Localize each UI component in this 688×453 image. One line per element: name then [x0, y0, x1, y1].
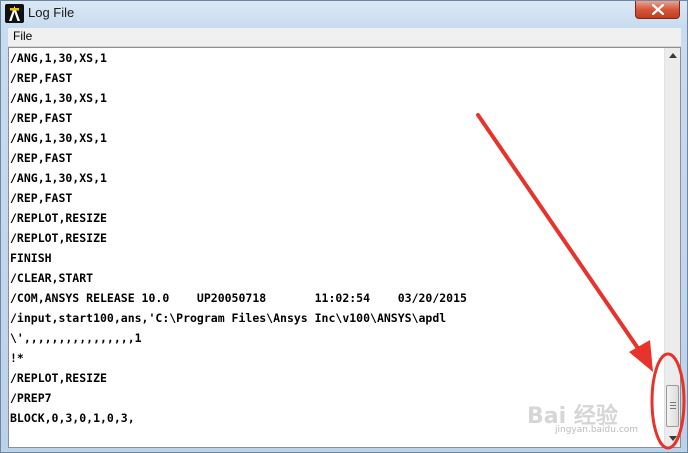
watermark-url: jingyan.baidu.com — [555, 425, 639, 435]
close-button[interactable] — [635, 1, 680, 19]
log-line: /REPLOT,RESIZE — [10, 211, 107, 225]
title-bar[interactable]: Log File — [1, 1, 687, 27]
log-line: /REPLOT,RESIZE — [10, 371, 107, 385]
scroll-down-button[interactable] — [665, 430, 680, 446]
log-text[interactable]: /ANG,1,30,XS,1/REP,FAST/ANG,1,30,XS,1/RE… — [10, 51, 660, 447]
log-file-window: Log File File /ANG,1,30,XS,1/REP,FAST/AN… — [0, 0, 688, 453]
arrow-down-icon — [669, 436, 677, 441]
scroll-up-button[interactable] — [665, 48, 680, 64]
log-line: /REP,FAST — [10, 71, 73, 85]
log-line: /ANG,1,30,XS,1 — [10, 51, 107, 65]
window-title: Log File — [28, 5, 75, 20]
log-line: /ANG,1,30,XS,1 — [10, 171, 107, 185]
arrow-up-icon — [669, 53, 677, 58]
log-line: /REPLOT,RESIZE — [10, 231, 107, 245]
grip-icon — [670, 402, 676, 411]
log-line: /REP,FAST — [10, 111, 73, 125]
scroll-thumb[interactable] — [666, 385, 679, 427]
log-line: \',,,,,,,,,,,,,,,,1 — [10, 331, 142, 345]
log-line: /ANG,1,30,XS,1 — [10, 131, 107, 145]
log-line: /ANG,1,30,XS,1 — [10, 91, 107, 105]
vertical-scrollbar[interactable] — [664, 48, 680, 447]
log-line: /CLEAR,START — [10, 271, 94, 285]
log-line: FINISH — [10, 251, 52, 265]
close-icon — [652, 4, 664, 15]
log-line: /input,start100,ans,'C:\Program Files\An… — [10, 311, 447, 325]
log-content[interactable]: /ANG,1,30,XS,1/REP,FAST/ANG,1,30,XS,1/RE… — [8, 47, 681, 448]
log-line: !* — [10, 351, 24, 365]
menu-bar: File — [8, 28, 681, 47]
ansys-logo-icon — [5, 4, 24, 23]
menu-file[interactable]: File — [13, 29, 32, 43]
log-line: /COM,ANSYS RELEASE 10.0 UP20050718 11:02… — [10, 291, 467, 305]
log-line: /REP,FAST — [10, 191, 73, 205]
log-line: /REP,FAST — [10, 151, 73, 165]
